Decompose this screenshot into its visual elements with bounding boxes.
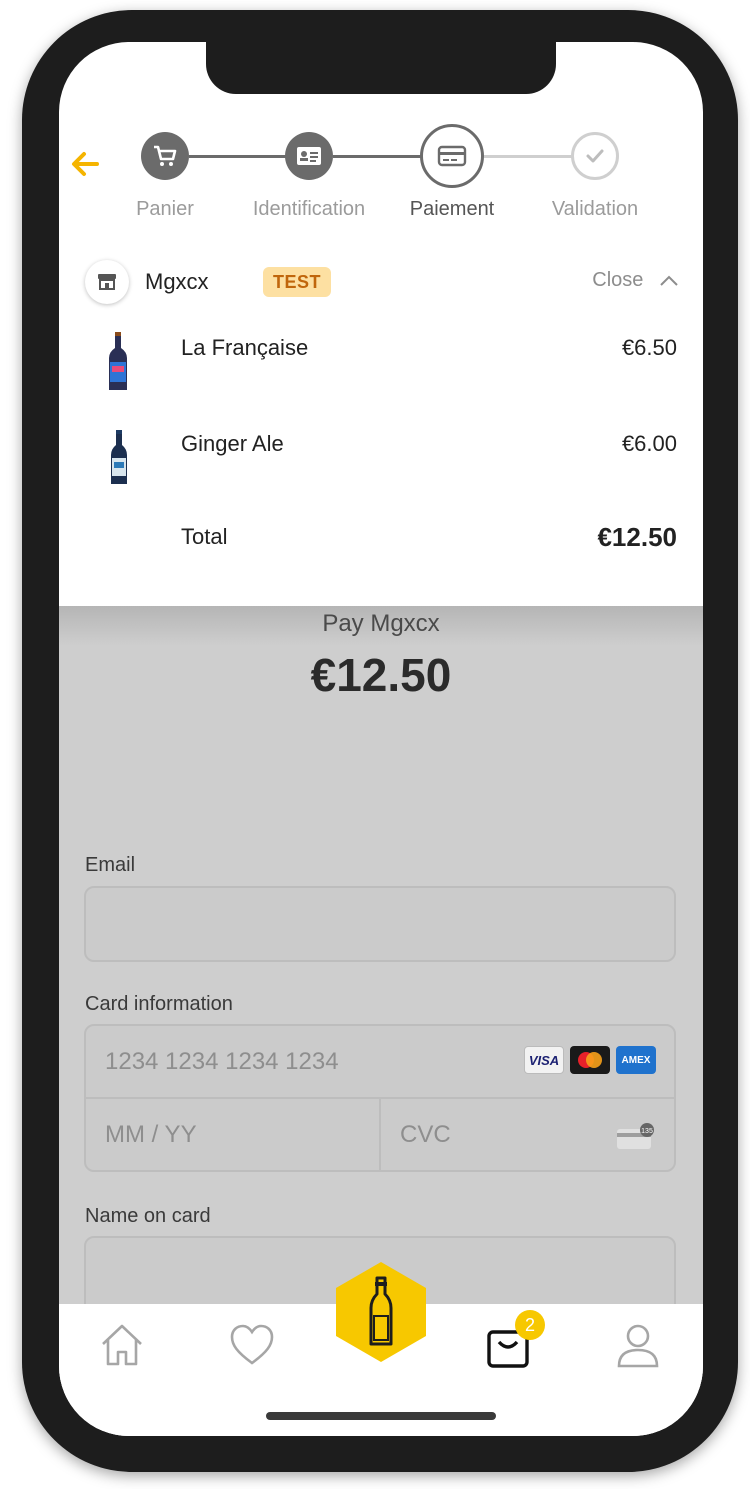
shop-header: Mgxcx TEST Close xyxy=(85,260,679,304)
cvc-card-icon: 135 xyxy=(617,1123,654,1149)
svg-text:135: 135 xyxy=(641,1128,653,1135)
step-paiement[interactable] xyxy=(420,124,484,188)
step-label-validation: Validation xyxy=(551,198,639,220)
step-label-paiement: Paiement xyxy=(409,198,495,220)
cart-count-badge: 2 xyxy=(515,1310,545,1340)
cart-count: 2 xyxy=(524,1315,535,1335)
expiry-placeholder: MM / YY xyxy=(105,1121,197,1148)
card-number-placeholder: 1234 1234 1234 1234 xyxy=(105,1048,339,1075)
id-card-icon xyxy=(297,147,321,165)
beer-bottle-image xyxy=(111,430,127,484)
email-field[interactable] xyxy=(84,886,676,962)
store-icon xyxy=(85,260,129,304)
visa-icon: VISA xyxy=(524,1046,564,1074)
expiry-field[interactable]: MM / YY xyxy=(86,1099,379,1171)
card-info-label: Card information xyxy=(85,993,233,1015)
amex-label: AMEX xyxy=(621,1054,651,1066)
item-name: Ginger Ale xyxy=(181,431,284,456)
step-validation[interactable] xyxy=(571,132,619,180)
item-price: €6.50 xyxy=(621,335,677,360)
beer-bottle-image xyxy=(109,332,127,390)
item-name: La Française xyxy=(181,335,309,360)
check-icon xyxy=(586,149,604,163)
list-item: Ginger Ale €6.00 xyxy=(59,422,703,502)
home-icon xyxy=(102,1324,142,1366)
phone-notch xyxy=(206,42,556,94)
pay-amount: €12.50 xyxy=(310,649,452,701)
close-summary-button[interactable]: Close xyxy=(592,269,679,292)
shop-name: Mgxcx xyxy=(145,269,209,294)
step-identification[interactable] xyxy=(285,132,333,180)
tab-drinks[interactable] xyxy=(333,1260,429,1364)
tab-favorites[interactable] xyxy=(227,1320,277,1370)
close-label: Close xyxy=(592,269,644,291)
tab-profile[interactable] xyxy=(613,1320,663,1370)
item-price: €6.00 xyxy=(621,431,677,456)
stepper-line-3 xyxy=(483,155,577,158)
back-arrow-icon[interactable] xyxy=(67,146,103,182)
heart-icon xyxy=(230,1324,274,1365)
pay-label: Pay Mgxcx xyxy=(322,610,440,637)
step-label-panier: Panier xyxy=(136,198,194,220)
total-value: €12.50 xyxy=(597,522,677,552)
email-label: Email xyxy=(85,854,136,876)
credit-card-icon xyxy=(437,145,467,167)
list-item: La Française €6.50 xyxy=(59,326,703,406)
name-on-card-label: Name on card xyxy=(85,1205,211,1227)
test-badge: TEST xyxy=(263,267,332,297)
step-label-identification: Identification xyxy=(252,198,366,220)
cart-icon xyxy=(154,145,177,166)
bottle-icon xyxy=(336,1262,426,1362)
app-screen: Panier Identification Paiement Validatio… xyxy=(59,42,703,1436)
stepper-line-1 xyxy=(189,155,299,158)
chevron-up-icon xyxy=(660,275,678,286)
tab-home[interactable] xyxy=(97,1320,147,1370)
cvc-placeholder: CVC xyxy=(400,1121,451,1148)
user-icon xyxy=(617,1324,659,1368)
cvc-field[interactable]: CVC 135 xyxy=(381,1099,674,1171)
step-panier[interactable] xyxy=(141,132,189,180)
amex-icon: AMEX xyxy=(616,1046,656,1074)
visa-label: VISA xyxy=(528,1052,560,1068)
mastercard-icon xyxy=(570,1046,610,1074)
home-indicator[interactable] xyxy=(266,1412,496,1420)
total-label: Total xyxy=(181,524,228,549)
